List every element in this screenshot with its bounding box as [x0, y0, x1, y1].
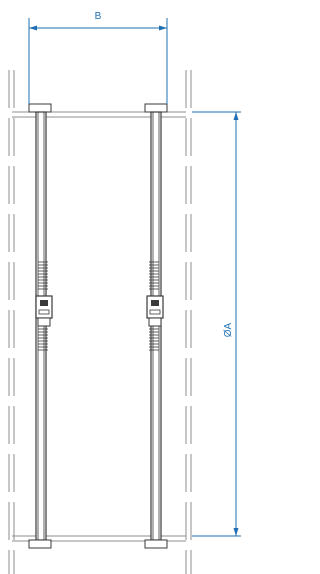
right-screw-housing: [146, 295, 164, 319]
left-band-bottom-cap: [28, 539, 52, 549]
left-band-top-cap: [28, 103, 52, 113]
right-band-bottom-cap: [144, 539, 168, 549]
dimension-b-label: B: [95, 11, 102, 22]
right-band-top-cap: [144, 103, 168, 113]
technical-drawing: B ØA: [0, 0, 241, 574]
dimension-a-label: ØA: [223, 322, 234, 337]
left-screw-clip: [37, 317, 51, 327]
left-screw-housing: [35, 295, 53, 319]
right-screw-head: [151, 300, 159, 306]
left-screw-head: [40, 300, 48, 306]
right-screw-clip: [148, 317, 162, 327]
